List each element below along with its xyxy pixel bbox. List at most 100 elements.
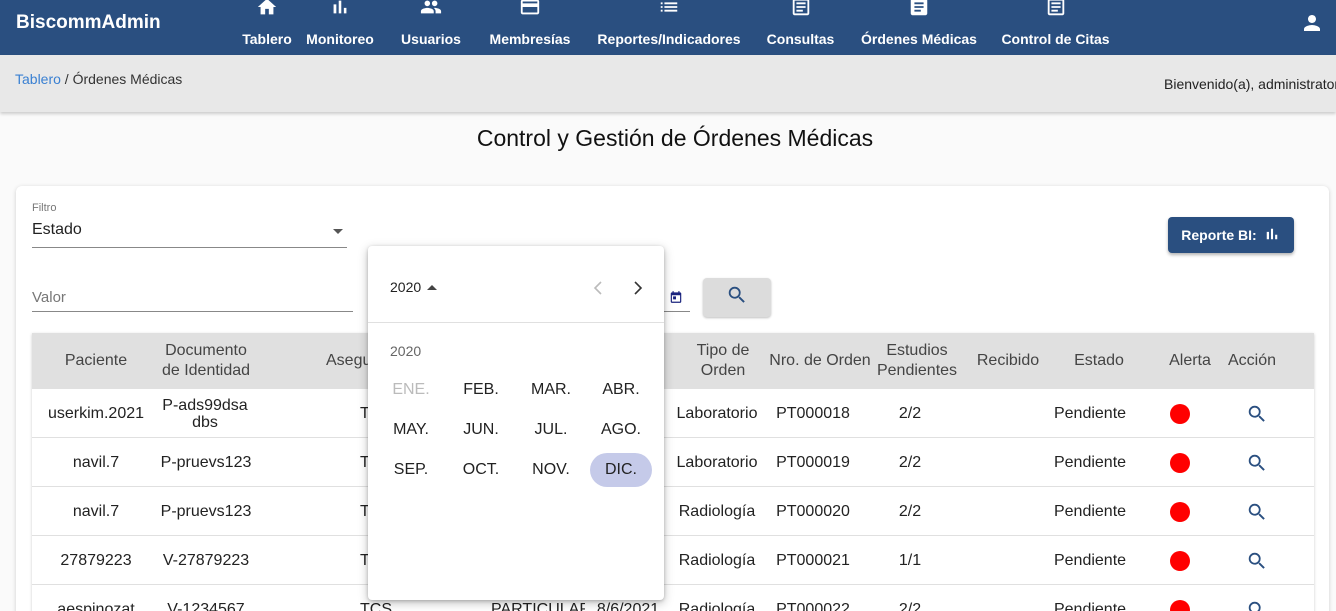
cell-documento: P-ads99dsadbs	[162, 396, 248, 431]
nav-label: Usuarios	[401, 31, 461, 47]
cell-pendientes: 2/2	[898, 454, 922, 471]
document-filled-icon	[908, 0, 930, 18]
alert-dot	[1170, 403, 1190, 424]
month-nov[interactable]: NOV.	[520, 453, 582, 487]
action-cell	[1244, 438, 1270, 487]
chevron-left-icon	[593, 281, 602, 295]
nav-label: Consultas	[766, 31, 835, 47]
search-icon[interactable]	[1246, 403, 1268, 425]
user-account-icon[interactable]	[1300, 11, 1324, 35]
orders-table: Paciente Documento de Identidad Asegu Ti…	[32, 333, 1314, 611]
cell-documento: P-pruevs123	[160, 503, 252, 520]
action-cell	[1244, 536, 1270, 585]
table-row[interactable]: aespinozat V-1234567 TCS PARTICULAR 8/6/…	[32, 585, 1314, 611]
month-dic[interactable]: DIC.	[590, 453, 652, 487]
nav-ordenes-medicas[interactable]: Órdenes Médicas	[861, 0, 977, 55]
list-icon	[658, 0, 680, 18]
nav-reportes[interactable]: Reportes/Indicadores	[597, 0, 741, 55]
month-ago[interactable]: AGO.	[590, 413, 652, 447]
alert-indicator	[1170, 487, 1190, 536]
month-oct[interactable]: OCT.	[450, 453, 512, 487]
cell-recibido	[968, 585, 1048, 611]
page-title: Control y Gestión de Órdenes Médicas	[476, 125, 874, 151]
cell-documento: V-1234567	[167, 601, 245, 611]
month-feb[interactable]: FEB.	[450, 373, 512, 407]
breadcrumb-home-link[interactable]: Tablero	[15, 71, 61, 87]
alert-dot	[1170, 501, 1190, 522]
next-year-button[interactable]	[630, 278, 646, 298]
column-header: Acción	[1227, 352, 1277, 369]
cell-tipo: Radiología	[678, 503, 756, 520]
nav-tablero[interactable]: Tablero	[242, 0, 292, 55]
nav-usuarios[interactable]: Usuarios	[401, 0, 461, 55]
search-icon	[726, 284, 748, 311]
search-icon[interactable]	[1246, 501, 1268, 523]
nav-membresias[interactable]: Membresías	[490, 0, 570, 55]
month-mar[interactable]: MAR.	[520, 373, 582, 407]
table-row[interactable]: navil.7 P-pruevs123 T Laboratorio PT0000…	[32, 438, 1314, 487]
year-select-button[interactable]: 2020	[390, 279, 438, 295]
cell-recibido	[968, 487, 1048, 536]
cell-recibido	[968, 536, 1048, 585]
column-header: Estado	[1074, 352, 1124, 369]
month-sep[interactable]: SEP.	[380, 453, 442, 487]
nav-consultas[interactable]: Consultas	[766, 0, 835, 55]
cell-recibido	[968, 389, 1048, 438]
alert-indicator	[1170, 389, 1190, 438]
nav-label: Monitoreo	[306, 31, 374, 47]
table-header: Paciente Documento de Identidad Asegu Ti…	[32, 333, 1314, 389]
previous-year-button[interactable]	[590, 278, 606, 298]
document-icon	[1045, 0, 1067, 18]
table-row[interactable]: userkim.2021 P-ads99dsadbs T Laboratorio…	[32, 389, 1314, 438]
picker-year: 2020	[390, 279, 422, 295]
arrow-up-icon	[427, 284, 438, 290]
app-brand[interactable]: BiscommAdmin	[16, 12, 161, 34]
search-button[interactable]	[703, 278, 771, 317]
column-header: Alerta	[1169, 352, 1211, 369]
table-row[interactable]: navil.7 P-pruevs123 T Radiología PT00002…	[32, 487, 1314, 536]
month-ene: ENE.	[392, 381, 430, 398]
cell-orden: PT000019	[776, 454, 850, 471]
cell-tipo: Laboratorio	[676, 405, 758, 422]
search-icon[interactable]	[1246, 599, 1268, 611]
chevron-right-icon	[634, 281, 643, 295]
month-may[interactable]: MAY.	[380, 413, 442, 447]
cell-paciente: navil.7	[72, 454, 120, 471]
breadcrumb-bar: Tablero / Órdenes Médicas Bienvenido(a),…	[0, 55, 1336, 112]
filter-select-value: Estado	[32, 221, 82, 238]
alert-indicator	[1170, 438, 1190, 487]
column-header: Asegu	[326, 352, 372, 369]
calendar-icon[interactable]	[669, 290, 683, 304]
column-header: Nro. de Orden	[769, 352, 871, 369]
cell-paciente: navil.7	[72, 503, 120, 520]
cell-estado: Pendiente	[1053, 503, 1127, 520]
card-icon	[519, 0, 541, 18]
month-abr[interactable]: ABR.	[590, 373, 652, 407]
nav-label: Reportes/Indicadores	[597, 31, 741, 47]
picker-divider	[368, 322, 664, 323]
column-header: Documento de Identidad	[161, 342, 251, 379]
welcome-text: Bienvenido(a), administrator	[1164, 76, 1336, 92]
reporte-bi-label: Reporte BI:	[1181, 227, 1257, 243]
cell-recibido	[968, 438, 1048, 487]
month-jul[interactable]: JUL.	[520, 413, 582, 447]
nav-control-de-citas[interactable]: Control de Citas	[1001, 0, 1110, 55]
cell-documento: P-pruevs123	[160, 454, 252, 471]
cell-pendientes: 2/2	[898, 503, 922, 520]
cell-tipo: Laboratorio	[676, 454, 758, 471]
alert-indicator	[1170, 536, 1190, 585]
search-icon[interactable]	[1246, 452, 1268, 474]
filter-select[interactable]: Estado	[32, 221, 347, 248]
cell-estado: Pendiente	[1053, 552, 1127, 569]
month-jun[interactable]: JUN.	[450, 413, 512, 447]
cell-orden: PT000021	[776, 552, 850, 569]
alert-dot	[1170, 452, 1190, 473]
cell-paciente: 27879223	[60, 552, 132, 569]
valor-input[interactable]	[32, 283, 353, 312]
reporte-bi-button[interactable]: Reporte BI:	[1168, 217, 1294, 253]
column-header: Tipo de Orden	[696, 342, 750, 379]
top-navbar: BiscommAdmin Tablero Monitoreo Usuarios …	[0, 0, 1336, 55]
nav-monitoreo[interactable]: Monitoreo	[306, 0, 374, 55]
search-icon[interactable]	[1246, 550, 1268, 572]
table-row[interactable]: 27879223 V-27879223 T Radiología PT00002…	[32, 536, 1314, 585]
